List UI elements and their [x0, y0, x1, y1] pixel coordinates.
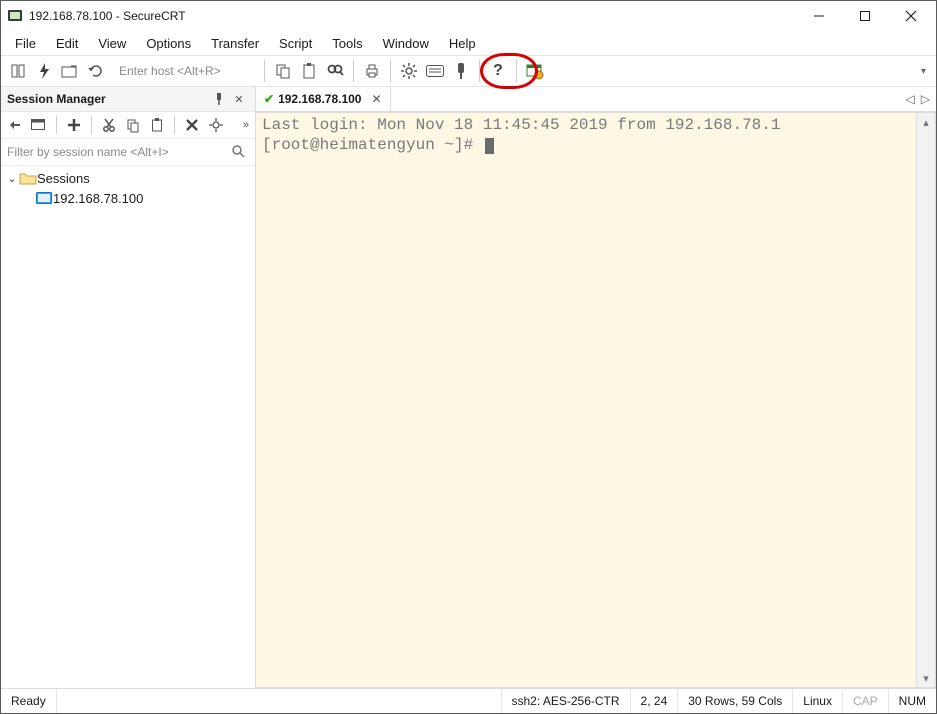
status-cap: CAP — [842, 689, 888, 713]
connect-icon[interactable] — [4, 114, 26, 136]
app-body: Session Manager ✕ » — [1, 87, 936, 688]
title-bar: 192.168.78.100 - SecureCRT — [1, 1, 936, 31]
tab-status-icon: ✔ — [264, 92, 274, 106]
tab-prev-icon[interactable]: ◁ — [906, 92, 915, 106]
toolbar-separator — [353, 60, 354, 82]
maximize-button[interactable] — [842, 1, 888, 31]
menu-file[interactable]: File — [5, 33, 46, 54]
tree-root-label: Sessions — [37, 171, 90, 186]
scroll-up-icon[interactable]: ▴ — [923, 113, 929, 131]
session-manager-header: Session Manager ✕ — [1, 87, 255, 112]
scroll-down-icon[interactable]: ▾ — [923, 669, 929, 687]
tab-close-icon[interactable]: ✕ — [371, 92, 381, 106]
securefx-icon[interactable] — [523, 59, 547, 83]
chevron-down-icon[interactable]: ⌄ — [5, 172, 19, 185]
cut-icon[interactable] — [98, 114, 120, 136]
toolbar-separator — [56, 116, 57, 134]
tab-label: 192.168.78.100 — [278, 92, 361, 106]
toolbar-separator — [390, 60, 391, 82]
tree-item-label: 192.168.78.100 — [53, 191, 143, 206]
status-cursor: 2, 24 — [630, 689, 678, 713]
connect-tab-icon[interactable] — [58, 59, 82, 83]
folder-icon — [19, 172, 37, 184]
terminal-prompt: [root@heimatengyun ~]# — [262, 136, 483, 154]
terminal-line: Last login: Mon Nov 18 11:45:45 2019 fro… — [262, 116, 780, 134]
properties-icon[interactable] — [205, 114, 227, 136]
search-icon[interactable] — [231, 144, 249, 161]
panel-close-icon[interactable]: ✕ — [229, 93, 249, 106]
host-placeholder: Enter host <Alt+R> — [119, 64, 221, 78]
copy-icon[interactable] — [271, 59, 295, 83]
session-filter-row — [1, 139, 255, 166]
keyboard-icon[interactable] — [423, 59, 447, 83]
paste-session-icon[interactable] — [146, 114, 168, 136]
session-manager-icon[interactable] — [6, 59, 30, 83]
minimize-button[interactable] — [796, 1, 842, 31]
tree-item-session[interactable]: 192.168.78.100 — [1, 188, 255, 208]
toolbar-separator — [91, 116, 92, 134]
window-title: 192.168.78.100 - SecureCRT — [29, 9, 186, 23]
pin-icon[interactable] — [209, 93, 229, 105]
host-input[interactable]: Enter host <Alt+R> — [113, 60, 255, 82]
gear-icon[interactable] — [397, 59, 421, 83]
status-ready: Ready — [1, 689, 56, 713]
new-session-icon[interactable] — [63, 114, 85, 136]
menu-bar: File Edit View Options Transfer Script T… — [1, 31, 936, 56]
connect-new-window-icon[interactable] — [28, 114, 50, 136]
main-toolbar: Enter host <Alt+R> ? ▾ — [1, 56, 936, 87]
toolbar-overflow[interactable]: ▾ — [915, 66, 932, 77]
toolbar-separator — [264, 60, 265, 82]
tab-next-icon[interactable]: ▷ — [921, 92, 930, 106]
tree-root-sessions[interactable]: ⌄ Sessions — [1, 168, 255, 188]
status-dimensions: 30 Rows, 59 Cols — [677, 689, 792, 713]
app-window: 192.168.78.100 - SecureCRT File Edit Vie… — [0, 0, 937, 714]
keymap-icon[interactable] — [449, 59, 473, 83]
toolbar-separator — [516, 60, 517, 82]
tab-bar: ✔ 192.168.78.100 ✕ ◁ ▷ — [256, 87, 936, 112]
status-protocol: ssh2: AES-256-CTR — [501, 689, 630, 713]
session-manager-panel: Session Manager ✕ » — [1, 87, 256, 688]
menu-edit[interactable]: Edit — [46, 33, 88, 54]
menu-options[interactable]: Options — [136, 33, 201, 54]
app-icon — [7, 8, 23, 24]
lightning-icon[interactable] — [32, 59, 56, 83]
session-filter-input[interactable] — [7, 145, 231, 159]
status-mode: Linux — [792, 689, 842, 713]
terminal-cursor — [485, 138, 494, 154]
status-num: NUM — [888, 689, 936, 713]
menu-window[interactable]: Window — [373, 33, 439, 54]
terminal-scrollbar[interactable]: ▴ ▾ — [917, 112, 936, 688]
help-icon[interactable]: ? — [486, 59, 510, 83]
session-tree: ⌄ Sessions 192.168.78.100 — [1, 166, 255, 688]
find-icon[interactable] — [323, 59, 347, 83]
menu-help[interactable]: Help — [439, 33, 486, 54]
menu-view[interactable]: View — [88, 33, 136, 54]
print-icon[interactable] — [360, 59, 384, 83]
terminal-icon — [35, 192, 53, 204]
menu-script[interactable]: Script — [269, 33, 322, 54]
session-manager-toolbar: » — [1, 112, 255, 139]
menu-tools[interactable]: Tools — [322, 33, 372, 54]
terminal-pane: ✔ 192.168.78.100 ✕ ◁ ▷ Last login: Mon N… — [256, 87, 936, 688]
toolbar-separator — [479, 60, 480, 82]
tab-active[interactable]: ✔ 192.168.78.100 ✕ — [256, 87, 391, 111]
close-button[interactable] — [888, 1, 934, 31]
reconnect-icon[interactable] — [84, 59, 108, 83]
delete-icon[interactable] — [181, 114, 203, 136]
copy-session-icon[interactable] — [122, 114, 144, 136]
panel-toolbar-overflow[interactable]: » — [239, 119, 253, 131]
toolbar-separator — [174, 116, 175, 134]
menu-transfer[interactable]: Transfer — [201, 33, 269, 54]
terminal-wrap: Last login: Mon Nov 18 11:45:45 2019 fro… — [256, 112, 936, 688]
tab-nav: ◁ ▷ — [900, 92, 936, 106]
terminal-view[interactable]: Last login: Mon Nov 18 11:45:45 2019 fro… — [256, 112, 917, 688]
paste-icon[interactable] — [297, 59, 321, 83]
status-bar: Ready ssh2: AES-256-CTR 2, 24 30 Rows, 5… — [1, 688, 936, 713]
session-manager-title: Session Manager — [7, 92, 106, 106]
status-spacer — [56, 689, 501, 713]
